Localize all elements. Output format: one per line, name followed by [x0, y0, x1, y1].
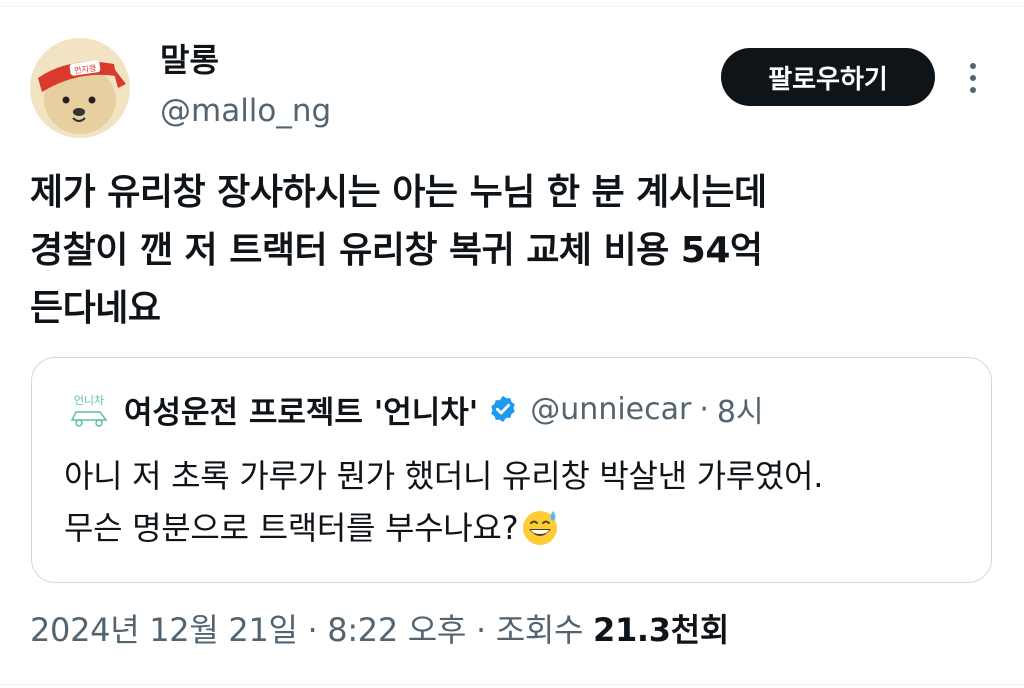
quoted-tweet-card[interactable]: 언니차 여성운전 프로젝트 '언니차' @unniecar · 8시 아니 저 … — [31, 357, 992, 583]
tweet-time[interactable]: 8:22 오후 — [327, 611, 466, 649]
verified-badge-icon — [491, 395, 516, 423]
quoted-header: 여성운전 프로젝트 '언니차' @unniecar · 8시 — [124, 386, 764, 432]
more-options-icon[interactable] — [958, 60, 988, 96]
quoted-author-avatar: 언니차 — [66, 386, 112, 432]
tweet-text: 제가 유리창 장사하시는 아는 누님 한 분 계시는데 경찰이 깬 저 트랙터 … — [30, 164, 990, 338]
bottom-divider — [0, 684, 1024, 685]
top-divider — [0, 6, 1024, 7]
quoted-author-name: 여성운전 프로젝트 '언니차' — [124, 394, 479, 431]
grinning-sweat-emoji-icon — [523, 511, 558, 545]
author-name[interactable]: 말롱 — [160, 40, 219, 80]
quoted-line-with-emoji: 무슨 명분으로 트랙터를 부수나요? — [64, 502, 984, 554]
author-handle[interactable]: @mallo_ng — [160, 91, 331, 131]
quoted-line: 아니 저 초록 가루가 뭔가 했더니 유리창 박살낸 가루였어. — [64, 457, 824, 495]
tweet-date[interactable]: 2024년 12월 21일 — [30, 611, 298, 649]
tweet-line: 든다네요 — [30, 288, 161, 329]
avatar-image: 먼지킁 — [38, 60, 126, 134]
separator-dot: · — [699, 391, 709, 427]
separator-dot: · — [297, 611, 328, 649]
quoted-author-handle: @unniecar — [530, 391, 692, 427]
quoted-tweet-text: 아니 저 초록 가루가 뭔가 했더니 유리창 박살낸 가루였어. 무슨 명분으로… — [64, 450, 984, 554]
quoted-avatar-text: 언니차 — [74, 394, 104, 407]
views-count: 21.3천회 — [593, 611, 730, 649]
views-label: 조회수 — [495, 611, 593, 649]
quoted-line: 무슨 명분으로 트랙터를 부수나요? — [64, 509, 519, 547]
quoted-timestamp[interactable]: 8시 — [717, 387, 764, 431]
author-avatar[interactable]: 먼지킁 — [30, 38, 130, 138]
separator-dot: · — [466, 611, 496, 649]
tweet-metadata: 2024년 12월 21일 · 8:22 오후 · 조회수 21.3천회 — [30, 608, 729, 652]
tweet-line: 제가 유리창 장사하시는 아는 누님 한 분 계시는데 — [30, 172, 767, 213]
tweet-line: 경찰이 깬 저 트랙터 유리창 복귀 교체 비용 54억 — [30, 230, 763, 271]
follow-button[interactable]: 팔로우하기 — [721, 48, 935, 106]
